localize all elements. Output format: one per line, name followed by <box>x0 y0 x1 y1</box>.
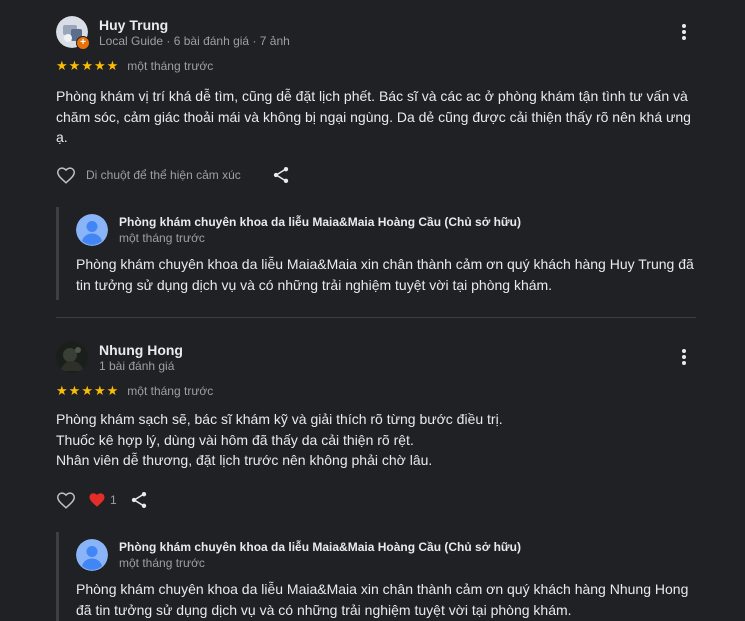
more-vert-icon <box>682 24 686 40</box>
reaction-count: 1 <box>110 493 117 507</box>
star-icon: ★ <box>106 58 119 73</box>
review-text-line: Phòng khám sạch sẽ, bác sĩ khám kỹ và gi… <box>56 411 503 427</box>
reviewer-name[interactable]: Nhung Hong <box>99 342 183 358</box>
review-date: một tháng trước <box>127 384 214 398</box>
reviewer-meta[interactable]: 1 bài đánh giá <box>99 359 174 373</box>
share-icon <box>273 167 288 183</box>
default-user-avatar-icon <box>76 539 108 571</box>
owner-reply-date: một tháng trước <box>119 231 205 245</box>
owner-reply-name[interactable]: Phòng khám chuyên khoa da liễu Maia&Maia… <box>119 540 521 554</box>
default-user-avatar-icon <box>76 214 108 246</box>
reviewer-name[interactable]: Huy Trung <box>99 17 168 33</box>
owner-reply-text: Phòng khám chuyên khoa da liễu Maia&Maia… <box>76 581 689 618</box>
share-icon <box>131 492 146 508</box>
rating-stars: ★ ★ ★ ★ ★ một tháng trước <box>56 58 214 74</box>
star-icon: ★ <box>93 58 106 73</box>
star-icon: ★ <box>106 383 119 398</box>
share-button[interactable] <box>127 488 151 512</box>
red-heart-icon <box>89 493 105 507</box>
heart-outline-icon <box>57 167 75 184</box>
review-divider <box>56 317 696 318</box>
heart-outline-icon <box>57 492 75 509</box>
local-guide-badge-icon: + <box>76 36 90 50</box>
star-icon: ★ <box>93 383 106 398</box>
rating-stars: ★ ★ ★ ★ ★ một tháng trước <box>56 383 214 399</box>
owner-reply-date: một tháng trước <box>119 556 205 570</box>
review-text-paragraph: Phòng khám vị trí khá dễ tìm, cũng dễ đặ… <box>56 88 691 145</box>
star-icon: ★ <box>56 383 68 398</box>
reaction-chip[interactable]: 1 <box>88 491 117 509</box>
review-text-line: Thuốc kê hợp lý, dùng vài hôm đã thấy da… <box>56 431 414 448</box>
more-vert-icon <box>682 349 686 365</box>
more-options-button[interactable] <box>672 345 696 369</box>
reaction-hint: Di chuột để thể hiện cảm xúc <box>86 168 241 182</box>
owner-reply: Phòng khám chuyên khoa da liễu Maia&Maia… <box>56 532 699 621</box>
review-text: Phòng khám vị trí khá dễ tìm, cũng dễ đặ… <box>56 86 696 148</box>
share-button[interactable] <box>269 163 293 187</box>
star-icon: ★ <box>68 383 81 398</box>
owner-reply-text: Phòng khám chuyên khoa da liễu Maia&Maia… <box>76 256 694 293</box>
star-icon: ★ <box>81 383 93 398</box>
review-text-line: Nhân viên dễ thương, đặt lịch trước nên … <box>56 452 433 468</box>
reviewer-avatar[interactable]: + <box>56 16 90 50</box>
owner-reply-name[interactable]: Phòng khám chuyên khoa da liễu Maia&Maia… <box>119 215 521 229</box>
reviewer-avatar[interactable] <box>56 341 88 373</box>
review-actions: 1 <box>54 488 151 512</box>
like-button[interactable] <box>54 163 78 187</box>
like-button[interactable] <box>54 488 78 512</box>
star-icon: ★ <box>81 58 93 73</box>
owner-reply: Phòng khám chuyên khoa da liễu Maia&Maia… <box>56 207 699 300</box>
reviewer-avatar-image <box>56 341 88 373</box>
review-text: Phòng khám sạch sẽ, bác sĩ khám kỹ và gi… <box>56 409 696 471</box>
star-icon: ★ <box>56 58 68 73</box>
star-icon: ★ <box>68 58 81 73</box>
review-actions: Di chuột để thể hiện cảm xúc <box>54 163 293 187</box>
reviewer-meta[interactable]: Local Guide · 6 bài đánh giá · 7 ảnh <box>99 34 290 48</box>
review-date: một tháng trước <box>127 59 214 73</box>
more-options-button[interactable] <box>672 20 696 44</box>
